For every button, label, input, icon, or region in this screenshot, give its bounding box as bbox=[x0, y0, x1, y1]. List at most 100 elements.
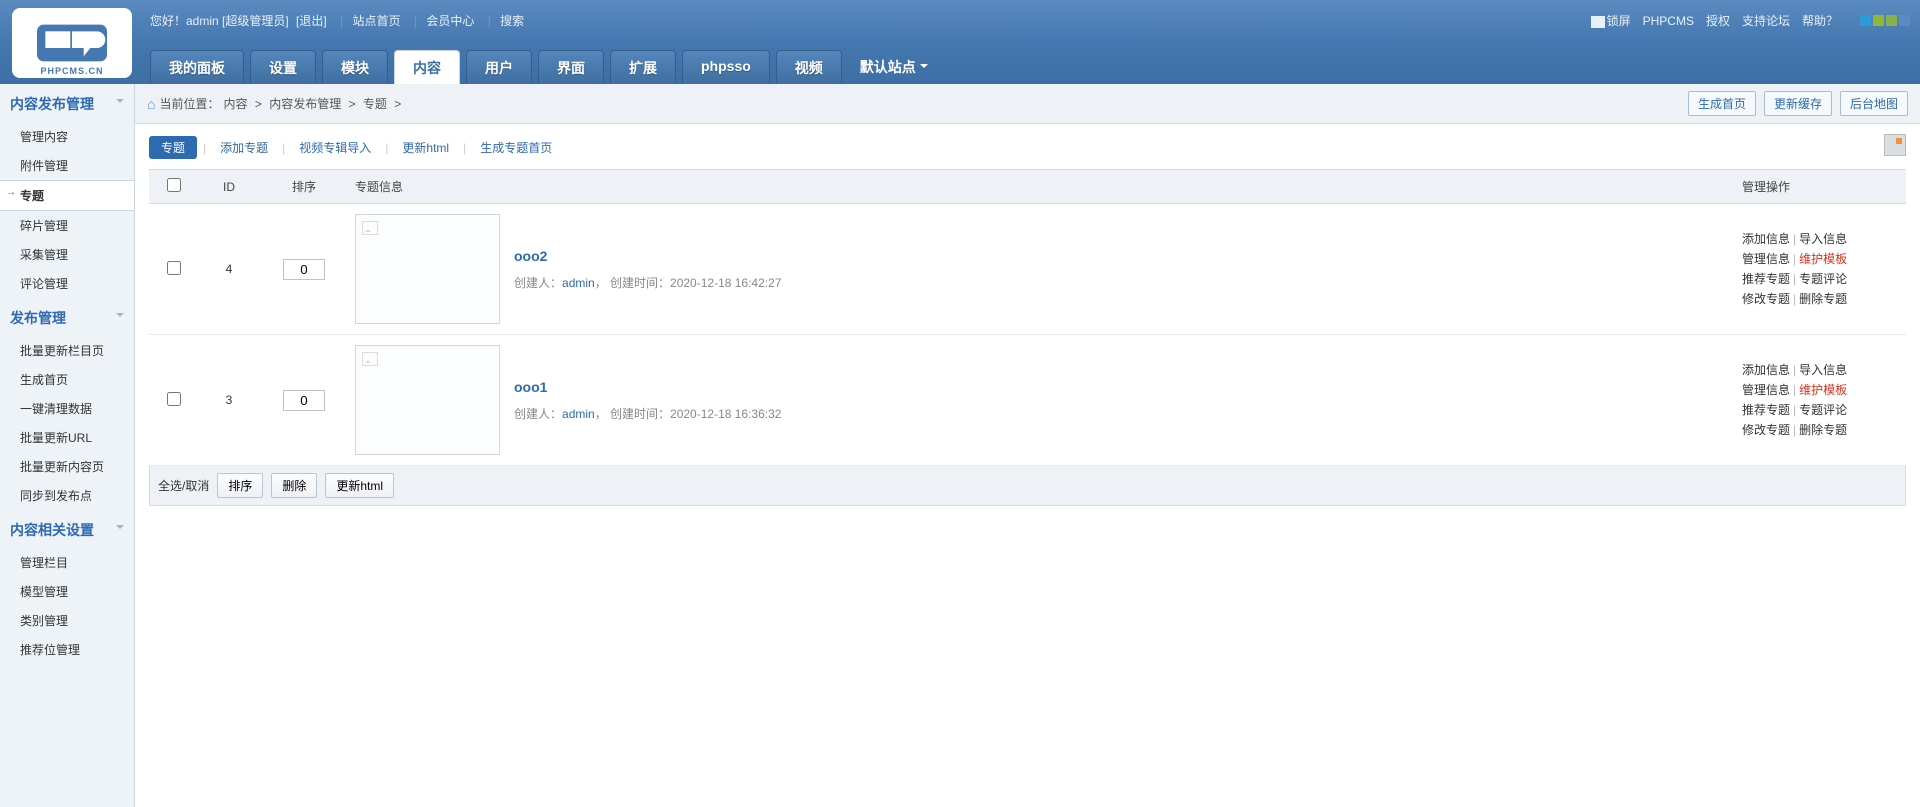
op-recommend[interactable]: 推荐专题 bbox=[1742, 272, 1790, 286]
nav-tab-user[interactable]: 用户 bbox=[466, 50, 532, 84]
special-table: ID 排序 专题信息 管理操作 4ooo2创建人：admin， 创建时间：202… bbox=[149, 169, 1906, 466]
op-maintain-tpl[interactable]: 维护模板 bbox=[1799, 252, 1847, 266]
update-html-button[interactable]: 更新html bbox=[325, 473, 394, 498]
op-import-info[interactable]: 导入信息 bbox=[1799, 232, 1847, 246]
home-icon[interactable]: ⌂ bbox=[147, 96, 155, 112]
sort-button[interactable]: 排序 bbox=[217, 473, 263, 498]
tab-gen-special-home[interactable]: 生成专题首页 bbox=[472, 136, 560, 159]
license-link[interactable]: 授权 bbox=[1706, 12, 1730, 29]
op-delete[interactable]: 删除专题 bbox=[1799, 423, 1847, 437]
theme-color-picker[interactable] bbox=[1860, 15, 1910, 26]
th-sort: 排序 bbox=[259, 170, 349, 204]
site-selector[interactable]: 默认站点 bbox=[848, 50, 940, 84]
creator-link[interactable]: admin bbox=[562, 276, 595, 290]
sidebar-item-batch-url[interactable]: 批量更新URL bbox=[0, 423, 134, 452]
sidebar-group-publish[interactable]: 发布管理 bbox=[0, 298, 134, 336]
sidebar-item-type[interactable]: 类别管理 bbox=[0, 606, 134, 635]
sitemap-button[interactable]: 后台地图 bbox=[1840, 91, 1908, 116]
sidebar-item-model[interactable]: 模型管理 bbox=[0, 577, 134, 606]
crumb-1: 内容 bbox=[223, 95, 247, 112]
th-id: ID bbox=[199, 170, 259, 204]
op-edit[interactable]: 修改专题 bbox=[1742, 423, 1790, 437]
logo-text: PHPCMS.CN bbox=[12, 66, 132, 76]
sidebar-item-category[interactable]: 管理栏目 bbox=[0, 548, 134, 577]
nav-tab-panel[interactable]: 我的面板 bbox=[150, 50, 244, 84]
creator-link[interactable]: admin bbox=[562, 407, 595, 421]
th-info: 专题信息 bbox=[349, 170, 1736, 204]
op-comment[interactable]: 专题评论 bbox=[1799, 403, 1847, 417]
logo[interactable]: PHPCMS.CN bbox=[12, 8, 132, 78]
special-title-link[interactable]: ooo1 bbox=[514, 379, 1730, 395]
nav-tab-extend[interactable]: 扩展 bbox=[610, 50, 676, 84]
monitor-icon bbox=[1591, 16, 1605, 28]
op-delete[interactable]: 删除专题 bbox=[1799, 292, 1847, 306]
tab-video-import[interactable]: 视频专辑导入 bbox=[291, 136, 379, 159]
op-add-info[interactable]: 添加信息 bbox=[1742, 363, 1790, 377]
phpcms-link[interactable]: PHPCMS bbox=[1643, 14, 1694, 28]
nav-tab-video[interactable]: 视频 bbox=[776, 50, 842, 84]
sidebar-item-attachment[interactable]: 附件管理 bbox=[0, 151, 134, 180]
sidebar-item-recommend[interactable]: 推荐位管理 bbox=[0, 635, 134, 664]
top-greeting-area: 您好！admin [超级管理员] [退出] | 站点首页 | 会员中心 | 搜索 bbox=[150, 12, 528, 29]
select-all-link[interactable]: 全选/取消 bbox=[158, 477, 209, 494]
op-add-info[interactable]: 添加信息 bbox=[1742, 232, 1790, 246]
nav-tab-ui[interactable]: 界面 bbox=[538, 50, 604, 84]
op-manage-info[interactable]: 管理信息 bbox=[1742, 383, 1790, 397]
table-footer: 全选/取消 排序 删除 更新html bbox=[149, 466, 1906, 506]
select-all-checkbox[interactable] bbox=[167, 178, 181, 192]
special-title-link[interactable]: ooo2 bbox=[514, 248, 1730, 264]
main-content: ⌂ 当前位置： 内容 > 内容发布管理 > 专题 > 生成首页 更新缓存 后台地… bbox=[135, 84, 1920, 807]
top-link-member[interactable]: 会员中心 bbox=[426, 14, 474, 28]
sidebar-item-batch-category[interactable]: 批量更新栏目页 bbox=[0, 336, 134, 365]
delete-button[interactable]: 删除 bbox=[271, 473, 317, 498]
op-edit[interactable]: 修改专题 bbox=[1742, 292, 1790, 306]
thumbnail bbox=[355, 345, 500, 455]
sidebar-item-special[interactable]: 专题 bbox=[0, 180, 134, 211]
row-checkbox[interactable] bbox=[167, 392, 181, 406]
tab-add-special[interactable]: 添加专题 bbox=[212, 136, 276, 159]
nav-tab-module[interactable]: 模块 bbox=[322, 50, 388, 84]
sidebar-item-comment[interactable]: 评论管理 bbox=[0, 269, 134, 298]
crumb-2: 内容发布管理 bbox=[269, 95, 341, 112]
sidebar-item-clear-data[interactable]: 一键清理数据 bbox=[0, 394, 134, 423]
top-link-site-home[interactable]: 站点首页 bbox=[353, 14, 401, 28]
lock-screen-link[interactable]: 锁屏 bbox=[1591, 12, 1631, 29]
tab-special[interactable]: 专题 bbox=[149, 136, 197, 159]
sidebar-item-collect[interactable]: 采集管理 bbox=[0, 240, 134, 269]
op-import-info[interactable]: 导入信息 bbox=[1799, 363, 1847, 377]
gen-home-button[interactable]: 生成首页 bbox=[1688, 91, 1756, 116]
top-link-search[interactable]: 搜索 bbox=[500, 14, 524, 28]
sidebar-group-content-publish[interactable]: 内容发布管理 bbox=[0, 84, 134, 122]
sort-input[interactable] bbox=[283, 390, 325, 411]
sidebar-item-manage-content[interactable]: 管理内容 bbox=[0, 122, 134, 151]
row-id: 3 bbox=[199, 335, 259, 466]
breadcrumb: ⌂ 当前位置： 内容 > 内容发布管理 > 专题 > bbox=[147, 95, 401, 112]
main-nav: 我的面板 设置 模块 内容 用户 界面 扩展 phpsso 视频 默认站点 bbox=[150, 50, 940, 84]
sidebar-item-batch-content[interactable]: 批量更新内容页 bbox=[0, 452, 134, 481]
sidebar-item-sync[interactable]: 同步到发布点 bbox=[0, 481, 134, 510]
row-ops: 添加信息|导入信息管理信息|维护模板推荐专题|专题评论修改专题|删除专题 bbox=[1742, 360, 1900, 440]
op-maintain-tpl[interactable]: 维护模板 bbox=[1799, 383, 1847, 397]
nav-tab-settings[interactable]: 设置 bbox=[250, 50, 316, 84]
help-link[interactable]: 帮助？ bbox=[1802, 12, 1838, 29]
crumb-label: 当前位置： bbox=[159, 95, 219, 112]
panel-toggle-icon[interactable] bbox=[1884, 134, 1906, 156]
table-row: 3ooo1创建人：admin， 创建时间：2020-12-18 16:36:32… bbox=[149, 335, 1906, 466]
sidebar-item-fragment[interactable]: 碎片管理 bbox=[0, 211, 134, 240]
nav-tab-phpsso[interactable]: phpsso bbox=[682, 50, 770, 84]
nav-tab-content[interactable]: 内容 bbox=[394, 50, 460, 84]
op-manage-info[interactable]: 管理信息 bbox=[1742, 252, 1790, 266]
tab-update-html[interactable]: 更新html bbox=[394, 136, 457, 159]
refresh-cache-button[interactable]: 更新缓存 bbox=[1764, 91, 1832, 116]
sidebar-item-gen-home[interactable]: 生成首页 bbox=[0, 365, 134, 394]
op-comment[interactable]: 专题评论 bbox=[1799, 272, 1847, 286]
table-row: 4ooo2创建人：admin， 创建时间：2020-12-18 16:42:27… bbox=[149, 204, 1906, 335]
greeting-text: 您好！admin [超级管理员] bbox=[150, 14, 289, 28]
header: PHPCMS.CN 您好！admin [超级管理员] [退出] | 站点首页 |… bbox=[0, 0, 1920, 84]
forum-link[interactable]: 支持论坛 bbox=[1742, 12, 1790, 29]
sidebar-group-related[interactable]: 内容相关设置 bbox=[0, 510, 134, 548]
logout-link[interactable]: [退出] bbox=[296, 14, 327, 28]
row-checkbox[interactable] bbox=[167, 261, 181, 275]
sort-input[interactable] bbox=[283, 259, 325, 280]
op-recommend[interactable]: 推荐专题 bbox=[1742, 403, 1790, 417]
